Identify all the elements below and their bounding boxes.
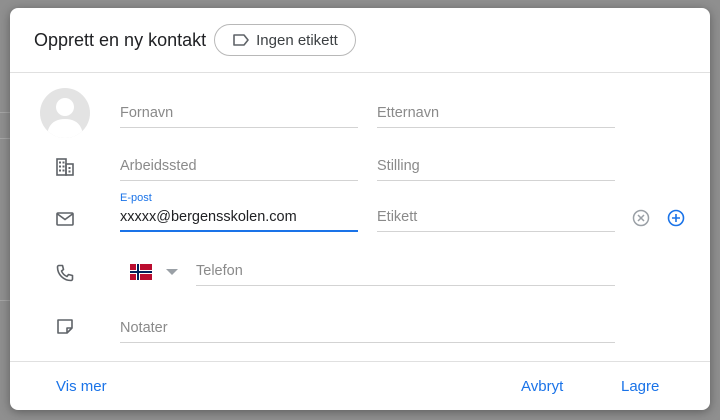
norway-flag-icon [130,264,152,280]
email-floating-label: E-post [120,192,152,204]
job-title-field[interactable]: Stilling [377,151,615,181]
building-icon [56,158,74,176]
cancel-button[interactable]: Avbryt [521,378,563,395]
phone-icon [56,264,74,282]
email-icon [56,212,74,226]
label-icon [233,34,249,46]
note-icon [57,319,73,334]
add-email-button[interactable] [664,206,688,230]
add-circle-icon [667,209,685,227]
remove-email-button[interactable] [629,206,653,230]
clear-icon [632,209,650,227]
chevron-down-icon [166,269,178,275]
notes-field[interactable]: Notater [120,313,615,343]
person-icon [47,98,83,138]
label-chip-button[interactable]: Ingen etikett [214,24,356,56]
label-chip-text: Ingen etikett [256,31,338,49]
create-contact-dialog: Opprett en ny kontakt Ingen etikett Forn… [10,8,710,410]
phone-field[interactable]: Telefon [196,256,615,286]
last-name-field[interactable]: Etternavn [377,98,615,128]
header-divider [10,72,710,73]
save-button[interactable]: Lagre [621,378,659,395]
first-name-field[interactable]: Fornavn [120,98,358,128]
dialog-header: Opprett en ny kontakt Ingen etikett [10,8,710,72]
dialog-title: Opprett en ny kontakt [34,30,207,50]
email-field[interactable]: E-post xxxxx@bergensskolen.com [120,192,358,232]
show-more-button[interactable]: Vis mer [56,378,107,395]
footer-divider [10,361,710,362]
avatar[interactable] [40,88,90,138]
email-value: xxxxx@bergensskolen.com [120,209,297,225]
phone-country-selector[interactable] [130,260,182,284]
email-label-field[interactable]: Etikett [377,202,615,232]
company-field[interactable]: Arbeidssted [120,151,358,181]
